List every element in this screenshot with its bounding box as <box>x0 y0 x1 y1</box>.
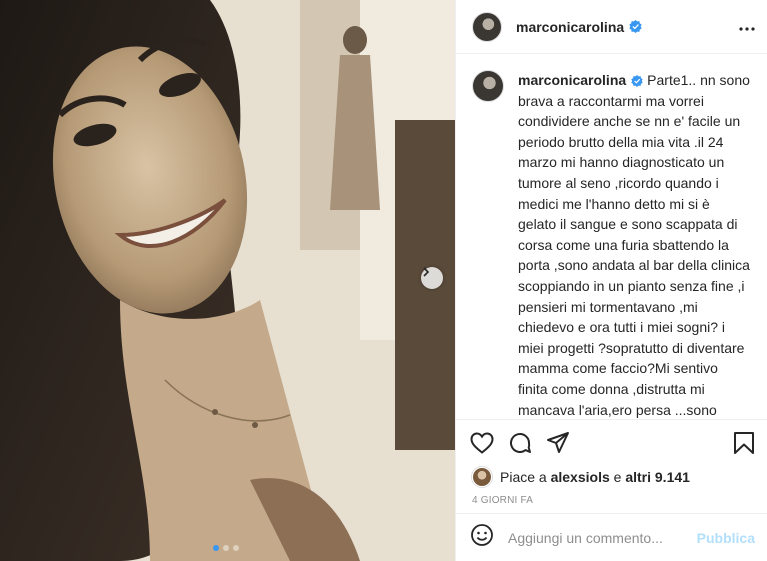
post-caption: marconicarolina Parte1.. nn sono brava a … <box>518 70 751 419</box>
caption-text: Parte1.. nn sono brava a raccontarmi ma … <box>518 72 750 418</box>
likes-count[interactable]: altri 9.141 <box>625 469 690 485</box>
carousel-dot <box>233 545 239 551</box>
carousel-next-button[interactable] <box>421 267 443 289</box>
post-side-panel: marconicarolina marconicarolina Parte1.. … <box>455 0 767 561</box>
comment-bar: Pubblica <box>456 513 767 561</box>
carousel-dot <box>223 545 229 551</box>
caption-area: marconicarolina Parte1.. nn sono brava a … <box>456 54 767 419</box>
publish-button[interactable]: Pubblica <box>697 530 755 546</box>
post-photo[interactable] <box>0 0 455 561</box>
post-timestamp[interactable]: 4 giorni fa <box>456 489 767 513</box>
paper-plane-icon[interactable] <box>546 431 570 455</box>
caption-author-avatar[interactable] <box>472 70 504 102</box>
post-actions <box>456 419 767 465</box>
heart-icon[interactable] <box>470 431 494 454</box>
comment-input[interactable] <box>508 529 697 546</box>
author-avatar[interactable] <box>472 11 502 42</box>
photo-illustration <box>0 0 455 561</box>
carousel-indicator <box>213 545 239 551</box>
carousel-dot <box>213 545 219 551</box>
more-horizontal-icon[interactable] <box>739 18 755 36</box>
instagram-post: marconicarolina marconicarolina Parte1.. … <box>0 0 767 561</box>
caption-username[interactable]: marconicarolina <box>518 72 626 88</box>
likes-prefix: Piace a <box>500 469 551 485</box>
verified-badge-icon <box>629 20 642 33</box>
liker-avatar[interactable] <box>472 467 492 487</box>
chevron-right-icon <box>423 267 430 277</box>
bookmark-icon[interactable] <box>733 431 755 455</box>
likes-summary: Piace a alexsiols e altri 9.141 <box>456 465 767 489</box>
likes-joiner: e <box>609 469 626 485</box>
verified-badge-icon <box>631 75 643 88</box>
comment-icon[interactable] <box>508 431 532 455</box>
liker-username[interactable]: alexsiols <box>551 469 610 485</box>
post-header: marconicarolina <box>456 0 767 54</box>
author-username[interactable]: marconicarolina <box>516 19 624 35</box>
emoji-icon[interactable] <box>470 523 494 552</box>
